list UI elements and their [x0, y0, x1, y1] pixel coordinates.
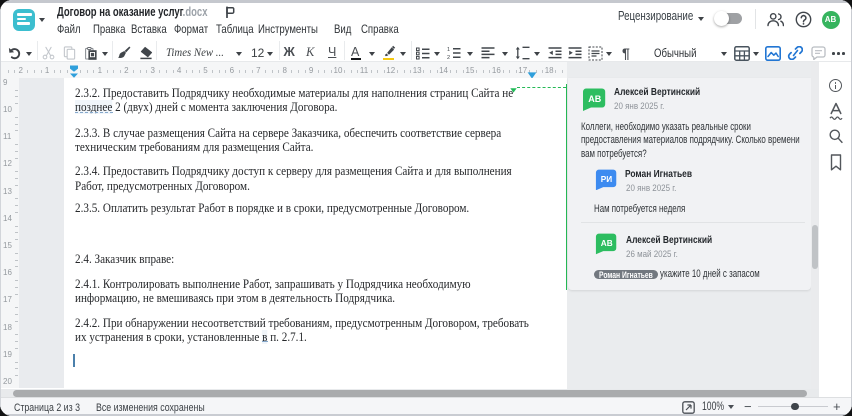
svg-text:РИ: РИ — [600, 175, 612, 184]
svg-text:АВ: АВ — [601, 240, 613, 249]
svg-text:2: 2 — [447, 55, 450, 60]
svg-text:1: 1 — [447, 47, 450, 53]
svg-text:АВ: АВ — [588, 94, 601, 104]
